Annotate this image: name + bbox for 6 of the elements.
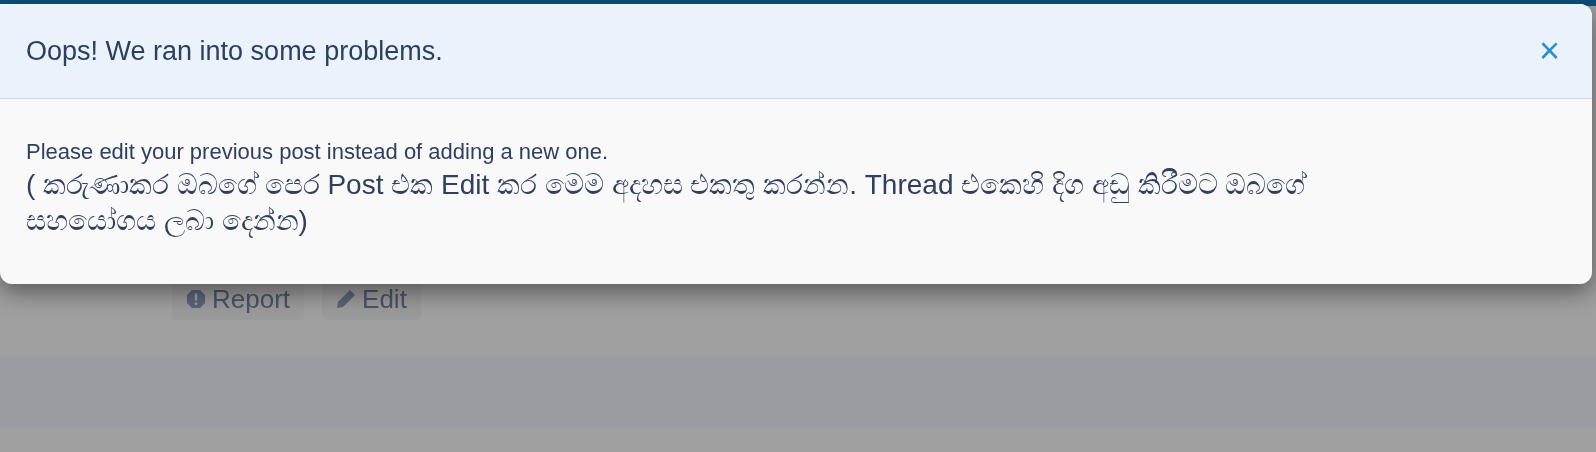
dialog-title: Oops! We ran into some problems. [26, 35, 443, 67]
error-note: ( කරුණාකර ඔබගේ පෙර Post එක Edit කර මෙම අදහස එකතු කරන්න. Thread එකෙහි දිග අඩු කිරීමට ඔබගේ සහයෝගය ලබා දෙන්න) [26, 167, 1308, 239]
pencil-icon [336, 289, 357, 309]
error-message: Please edit your previous post instead of adding a new one. [26, 138, 610, 166]
close-button[interactable]: × [1532, 30, 1566, 72]
alert-icon [186, 289, 206, 309]
